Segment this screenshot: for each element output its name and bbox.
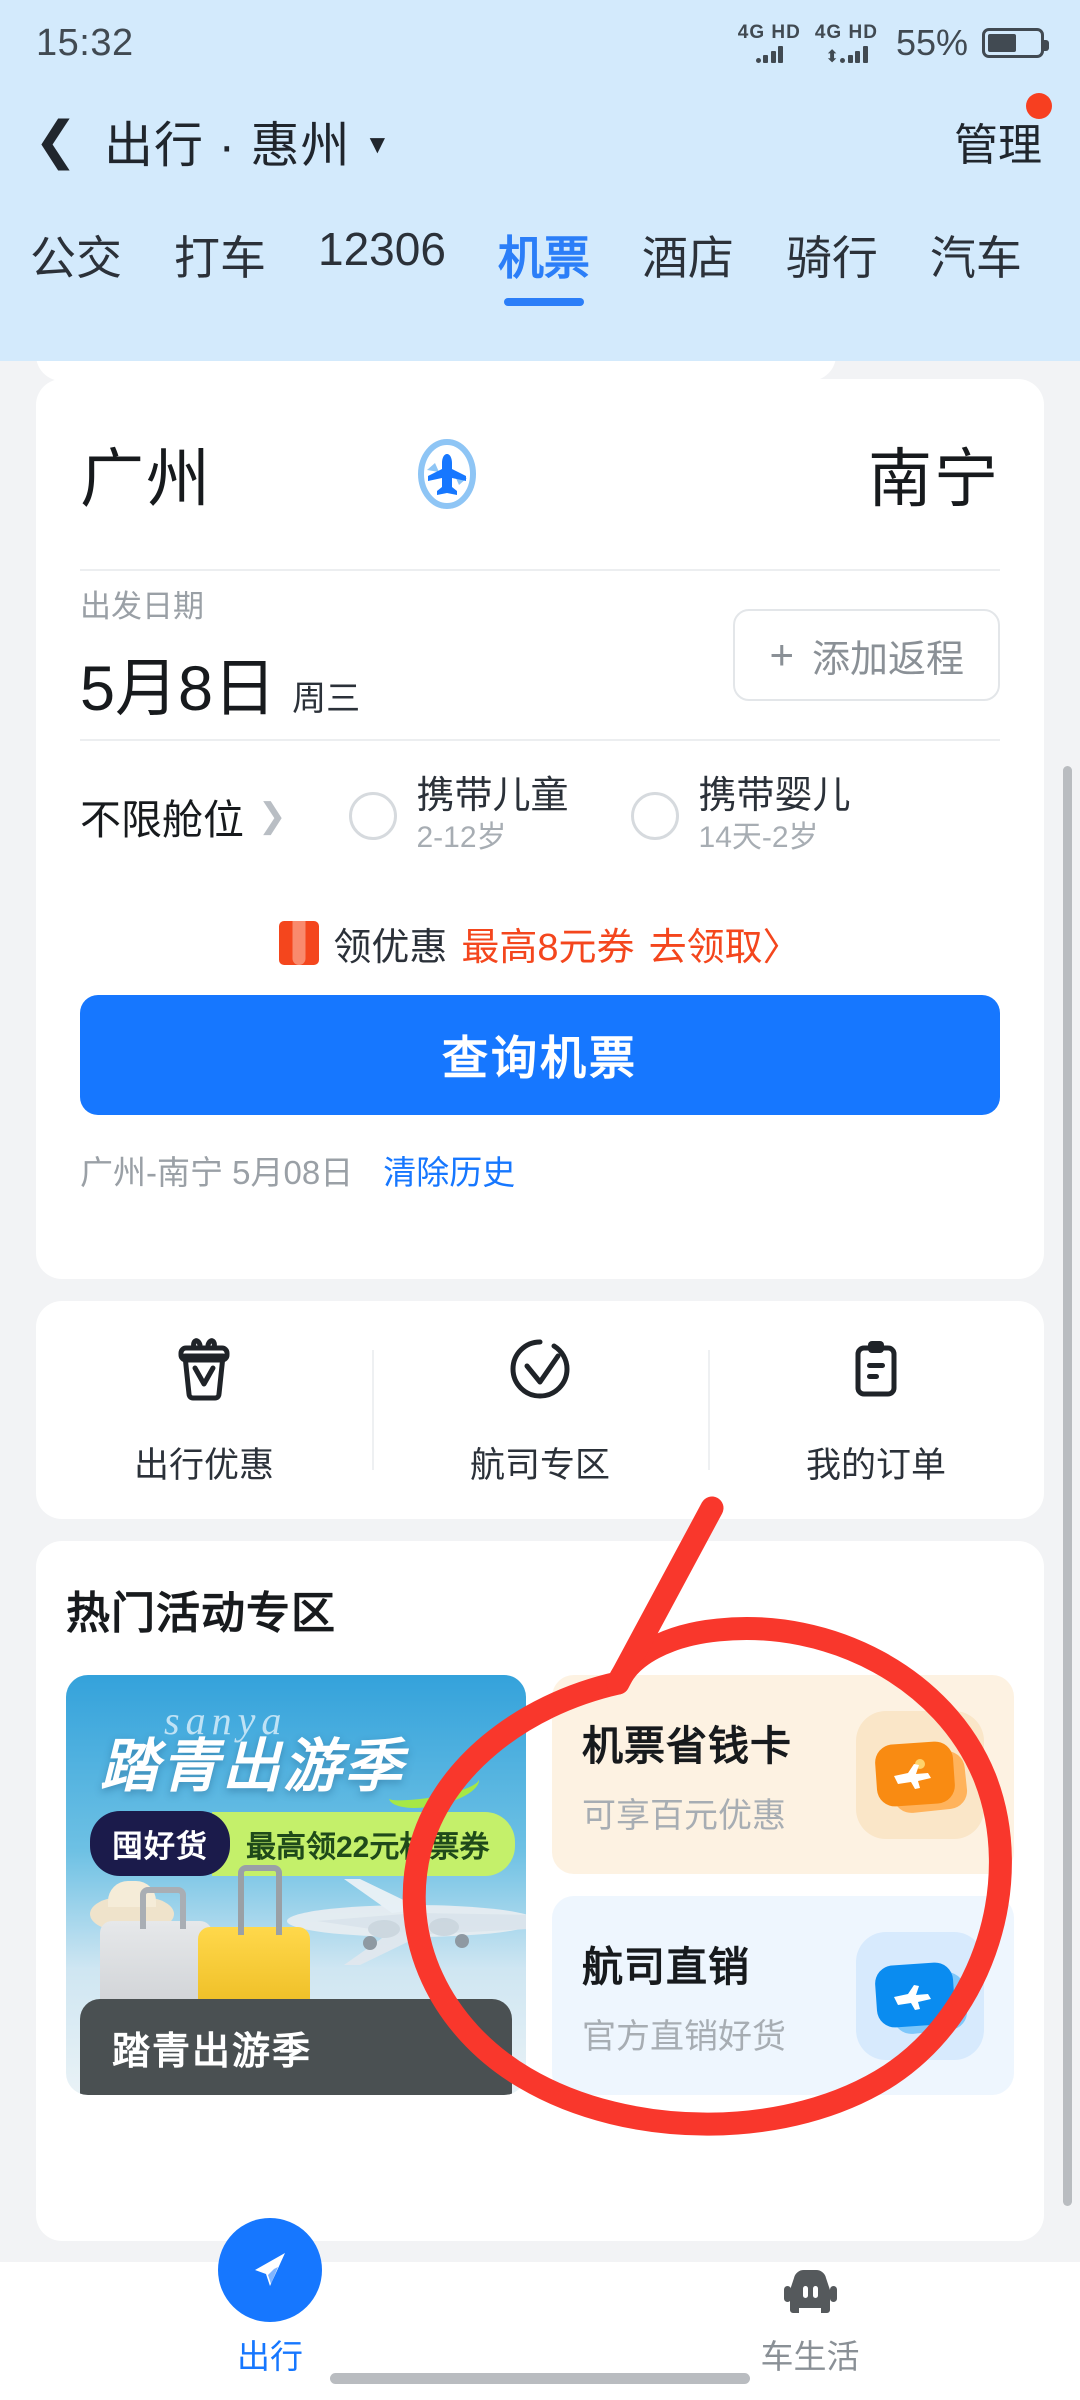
battery-icon	[982, 28, 1049, 58]
coupon-text: 领优惠	[333, 926, 448, 969]
category-tabs[interactable]: 公交 打车 12306 机票 酒店 骑行 汽车	[0, 196, 1080, 361]
coupon-ticket-icon	[279, 921, 320, 965]
status-indicators: 4G HD 4G HD ⬍ 55%	[738, 22, 1049, 66]
back-icon[interactable]: ❮	[34, 115, 90, 167]
manage-button[interactable]: 管理	[954, 93, 1052, 173]
mini-card-title: 机票省钱卡	[582, 1723, 792, 1769]
coupon-banner[interactable]: 领优惠 最高8元券 去领取〉	[80, 891, 1000, 995]
date-row: 出发日期 5月8日 周三 + 添加返程	[80, 571, 1000, 739]
check-badge-icon	[503, 1332, 577, 1411]
nav-label-travel: 出行	[237, 2338, 303, 2375]
status-bar: 15:32 4G HD 4G HD ⬍ 55%	[0, 0, 1080, 86]
quick-actions-card: 出行优惠 航司专区 我的订单	[36, 1301, 1044, 1519]
battery-percent-label: 55%	[895, 22, 968, 63]
tab-12306[interactable]: 12306	[318, 222, 446, 294]
home-indicator	[330, 2373, 750, 2384]
add-return-label: 添加返程	[811, 638, 964, 681]
signal-bars-icon-1	[755, 45, 784, 63]
signal-indicator-2: 4G HD ⬍	[814, 22, 878, 66]
bottom-navigation: 出行 车生活	[0, 2218, 1080, 2400]
promo-footer-title: 踏青出游季	[112, 2030, 313, 2073]
infant-passenger-option[interactable]: 携带婴儿 14天-2岁	[630, 775, 851, 856]
plus-icon: +	[769, 631, 794, 678]
infant-age-range: 14天-2岁	[698, 821, 819, 855]
data-transfer-icon: ⬍	[825, 47, 840, 66]
manage-badge-dot	[1026, 93, 1052, 119]
manage-label: 管理	[954, 121, 1042, 170]
quick-action-label: 出行优惠	[133, 1446, 274, 1485]
mini-card-subtitle: 官方直销好货	[582, 2018, 786, 2056]
coupon-action-link[interactable]: 去领取〉	[649, 916, 801, 971]
city-selector-row: 广州 南宁	[80, 379, 1000, 569]
child-passenger-option[interactable]: 携带儿童 2-12岁	[348, 775, 569, 856]
add-return-button[interactable]: + 添加返程	[733, 609, 1000, 701]
status-time: 15:32	[36, 21, 134, 64]
chevron-right-icon: ❯	[258, 797, 287, 835]
depart-weekday: 周三	[292, 680, 361, 718]
infant-label: 携带婴儿	[698, 775, 851, 818]
car-icon	[774, 2266, 846, 2322]
search-flights-button[interactable]: 查询机票	[80, 995, 1000, 1115]
tab-jiudian[interactable]: 酒店	[642, 222, 734, 306]
clipboard-icon	[839, 1332, 913, 1411]
flight-search-card: 广州 南宁 出发日期 5月8日 周三 + 添加返程 不限舱位 ❯ 携带儿童 2-…	[36, 379, 1044, 1279]
caret-down-icon[interactable]: ▼	[365, 129, 391, 160]
child-radio[interactable]	[348, 792, 397, 840]
depart-date-label: 出发日期	[80, 589, 204, 624]
promo-headline: 踏青出游季	[100, 1734, 406, 1799]
tab-gongjiao[interactable]: 公交	[30, 222, 122, 306]
search-history-row: 广州-南宁 5月08日 清除历史	[80, 1115, 1000, 1225]
arrival-city[interactable]: 南宁	[868, 428, 1000, 520]
depart-date-value: 5月8日	[80, 654, 277, 724]
scroll-content: 广州 南宁 出发日期 5月8日 周三 + 添加返程 不限舱位 ❯ 携带儿童 2-…	[0, 361, 1080, 2262]
gift-box-icon	[167, 1332, 241, 1411]
plane-card-orange-icon	[856, 1710, 984, 1839]
child-label: 携带儿童	[416, 775, 569, 818]
quick-action-airline-zone[interactable]: 航司专区	[372, 1332, 708, 1488]
tab-qiche[interactable]: 汽车	[930, 222, 1022, 306]
network-type-label-2: 4G HD	[814, 22, 878, 43]
infant-radio[interactable]	[630, 792, 679, 840]
promo-badge-dark: 囤好货	[90, 1811, 230, 1876]
tab-jipiao[interactable]: 机票	[498, 222, 590, 306]
cabin-class-label: 不限舱位	[80, 797, 244, 843]
nav-item-travel[interactable]: 出行	[0, 2218, 540, 2378]
promo-footer: 踏青出游季	[80, 1999, 512, 2095]
quick-action-label: 航司专区	[469, 1446, 610, 1485]
partially-scrolled-card	[36, 361, 836, 381]
mini-card-savings-card[interactable]: 机票省钱卡 可享百元优惠	[552, 1675, 1014, 1874]
phone-screen: 15:32 4G HD 4G HD ⬍ 55% ❮ 出行 · 惠州 ▼ 管理 公…	[0, 0, 1080, 2400]
clear-history-link[interactable]: 清除历史	[383, 1146, 515, 1194]
quick-action-travel-deals[interactable]: 出行优惠	[36, 1332, 372, 1488]
app-header: ❮ 出行 · 惠州 ▼ 管理	[0, 86, 1080, 196]
cabin-and-passenger-row: 不限舱位 ❯ 携带儿童 2-12岁 携带婴儿 14天-2岁	[80, 741, 1000, 891]
plane-card-blue-icon	[856, 1931, 984, 2060]
departure-city[interactable]: 广州	[80, 428, 212, 520]
page-title: 出行 · 惠州	[104, 118, 351, 173]
navigation-arrow-icon	[218, 2218, 322, 2322]
signal-indicator-1: 4G HD	[738, 23, 801, 63]
hot-activities-title: 热门活动专区	[66, 1589, 336, 1638]
nav-item-car-life[interactable]: 车生活	[540, 2266, 1080, 2378]
nav-label-car-life: 车生活	[760, 2338, 860, 2375]
hot-activities-card: 热门活动专区 sanya 踏青出游季 囤好货 最高领22元机票券 踏青出游季 机…	[36, 1541, 1044, 2241]
network-type-label-1: 4G HD	[737, 22, 801, 43]
signal-bars-icon-2	[840, 45, 868, 63]
tab-dache[interactable]: 打车	[174, 222, 266, 306]
vertical-scrollbar[interactable]	[1063, 766, 1072, 2206]
child-age-range: 2-12岁	[416, 821, 507, 855]
plane-swap-icon[interactable]	[399, 426, 495, 522]
coupon-highlight: 最高8元券	[461, 926, 635, 969]
depart-date-block[interactable]: 出发日期 5月8日 周三	[80, 581, 360, 729]
quick-action-label: 我的订单	[805, 1446, 946, 1485]
mini-card-subtitle: 可享百元优惠	[582, 1797, 786, 1835]
mini-card-title: 航司直销	[582, 1944, 750, 1990]
history-entry[interactable]: 广州-南宁 5月08日	[80, 1146, 353, 1194]
mini-cards-column: 机票省钱卡 可享百元优惠 航司直销 官方直销好货	[552, 1675, 1014, 2095]
quick-action-my-orders[interactable]: 我的订单	[708, 1332, 1044, 1488]
cabin-class-selector[interactable]: 不限舱位 ❯	[80, 786, 287, 846]
tab-qixing[interactable]: 骑行	[786, 222, 878, 306]
promo-banner-spring-travel[interactable]: sanya 踏青出游季 囤好货 最高领22元机票券 踏青出游季	[66, 1675, 526, 2095]
mini-card-airline-direct[interactable]: 航司直销 官方直销好货	[552, 1896, 1014, 2095]
